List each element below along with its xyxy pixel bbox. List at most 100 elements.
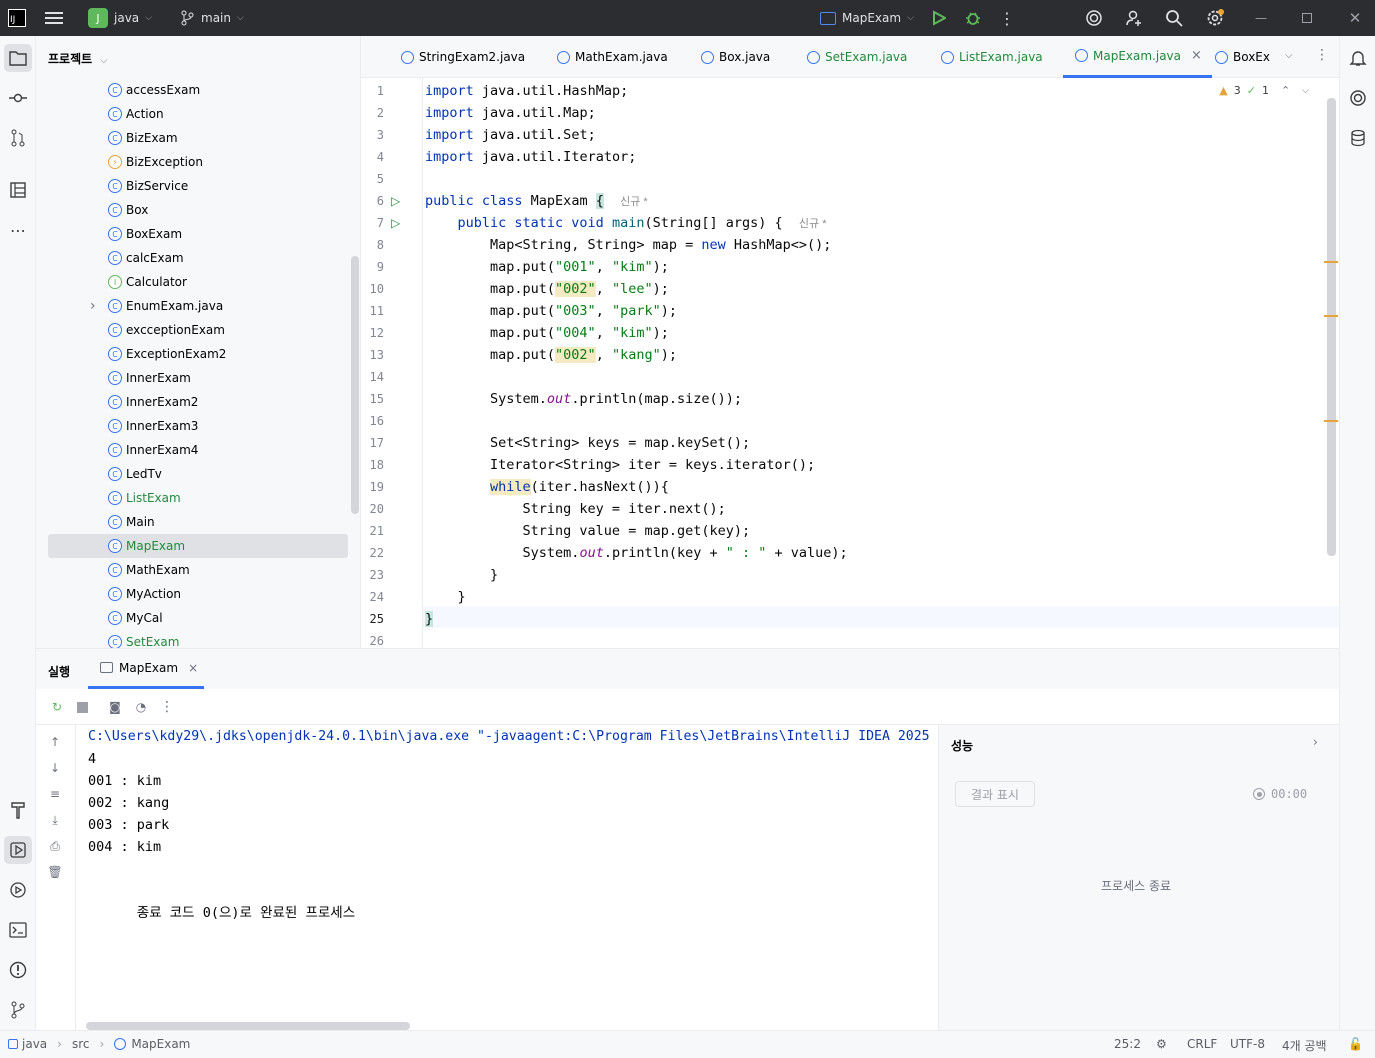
run-icon[interactable] — [930, 6, 948, 30]
read-write-icon[interactable]: 🔓 — [1348, 1037, 1363, 1051]
services-icon[interactable] — [4, 876, 32, 904]
editor-tab[interactable]: SetExam.java — [807, 36, 907, 78]
tree-item[interactable]: C ListExam — [48, 486, 348, 510]
indent-setting[interactable]: 4개 공백 — [1282, 1037, 1327, 1054]
close-tab-icon[interactable]: × — [188, 661, 198, 675]
breadcrumb-mapexam[interactable]: MapExam — [131, 1037, 190, 1051]
breadcrumb-java[interactable]: java — [22, 1037, 47, 1051]
file-encoding[interactable]: UTF-8 — [1230, 1037, 1265, 1051]
line-separator[interactable]: CRLF — [1187, 1037, 1217, 1051]
tree-item[interactable]: C InnerExam3 — [48, 414, 348, 438]
debug-icon[interactable] — [964, 6, 982, 30]
chevron-up-icon[interactable]: ⌃ — [1281, 84, 1290, 97]
tree-item[interactable]: C ExceptionExam2 — [48, 342, 348, 366]
editor-tab[interactable]: MathExam.java — [557, 36, 668, 78]
git-icon[interactable] — [4, 996, 32, 1024]
tree-item[interactable]: C Action — [48, 102, 348, 126]
warning-marker[interactable] — [1324, 420, 1338, 422]
search-icon[interactable] — [1164, 6, 1184, 30]
breadcrumb-src[interactable]: src — [72, 1037, 90, 1051]
trash-icon[interactable]: 🗑 — [46, 863, 64, 881]
rerun-icon[interactable]: ↻ — [48, 698, 66, 716]
tree-item[interactable]: C MyCal — [48, 606, 348, 630]
soft-wrap-icon[interactable]: ≡ — [46, 785, 64, 803]
tree-item[interactable]: › C EnumExam.java — [48, 294, 348, 318]
editor-tab[interactable]: Box.java — [701, 36, 770, 78]
maximize-icon[interactable] — [1300, 6, 1314, 30]
tree-item[interactable]: C Box — [48, 198, 348, 222]
close-icon[interactable]: ✕ — [1348, 6, 1362, 30]
project-tool-icon[interactable] — [4, 44, 32, 72]
more-icon[interactable]: ⋮ — [999, 6, 1015, 30]
profiler-icon[interactable]: ◔ — [132, 698, 150, 716]
run-gutter-icon[interactable]: ▷ — [391, 190, 400, 212]
minimize-icon[interactable]: — — [1254, 6, 1268, 30]
chevron-right-icon[interactable]: › — [90, 298, 96, 314]
tree-item[interactable]: C InnerExam — [48, 366, 348, 390]
ai-chat-icon[interactable] — [1344, 84, 1372, 112]
menu-icon[interactable] — [44, 6, 64, 30]
settings-icon[interactable] — [1204, 6, 1226, 30]
project-scrollbar[interactable] — [351, 256, 359, 514]
run-tab-mapexam[interactable]: MapExam × — [88, 649, 204, 689]
tabs-overflow-icon[interactable]: ⌵ — [1285, 50, 1293, 61]
editor-tab[interactable]: BoxEx — [1215, 36, 1270, 78]
editor-tab[interactable]: ListExam.java — [941, 36, 1043, 78]
tree-item[interactable]: I Calculator — [48, 270, 348, 294]
more-tools-icon[interactable]: ⋯ — [4, 216, 32, 244]
build-icon[interactable] — [4, 796, 32, 824]
add-user-icon[interactable] — [1124, 6, 1144, 30]
tree-item[interactable]: C LedTv — [48, 462, 348, 486]
chevron-down-icon[interactable]: ⌵ — [1302, 86, 1309, 96]
console-hscrollbar[interactable] — [86, 1022, 410, 1030]
tree-item[interactable]: C MapExam — [48, 534, 348, 558]
tree-item[interactable]: CcalcExam — [48, 246, 348, 270]
editor-scrollbar[interactable] — [1327, 98, 1336, 556]
tree-item[interactable]: C BizService — [48, 174, 348, 198]
tree-item-label: BoxExam — [126, 227, 183, 241]
tree-item[interactable]: CaccessExam — [48, 78, 348, 102]
structure-icon[interactable] — [4, 176, 32, 204]
pull-request-icon[interactable] — [4, 124, 32, 152]
tree-item[interactable]: C InnerExam4 — [48, 438, 348, 462]
terminal-icon[interactable] — [4, 916, 32, 944]
tree-item[interactable]: C MathExam — [48, 558, 348, 582]
branch-switcher[interactable]: main ⌵ — [180, 6, 244, 30]
tree-item[interactable]: C MyAction — [48, 582, 348, 606]
arrow-down-icon[interactable]: ↓ — [46, 759, 64, 777]
tree-item[interactable]: CexcceptionExam — [48, 318, 348, 342]
project-panel-header[interactable]: 프로젝트 ⌵ — [48, 50, 107, 67]
commit-icon[interactable] — [4, 84, 32, 112]
run-config-selector[interactable]: MapExam ⌵ — [820, 6, 914, 30]
editor-tab[interactable]: StringExam2.java — [401, 36, 525, 78]
project-switcher[interactable]: J java ⌵ — [88, 6, 152, 30]
notifications-icon[interactable] — [1344, 44, 1372, 72]
tabs-more-icon[interactable]: ⋮ — [1315, 47, 1329, 63]
database-icon[interactable] — [1344, 124, 1372, 152]
problems-icon[interactable] — [4, 956, 32, 984]
inspection-profile-icon[interactable]: ⚙ — [1156, 1037, 1167, 1051]
camera-icon[interactable]: ◙ — [106, 698, 124, 716]
print-icon[interactable]: ⎙ — [46, 837, 64, 855]
show-results-button[interactable]: 결과 표시 — [955, 781, 1035, 807]
warning-marker[interactable] — [1324, 315, 1338, 317]
more-icon[interactable]: ⋮ — [158, 698, 176, 716]
run-tool-icon[interactable] — [4, 836, 32, 864]
tree-item[interactable]: C BoxExam — [48, 222, 348, 246]
tree-item[interactable]: C InnerExam2 — [48, 390, 348, 414]
warning-marker[interactable] — [1324, 261, 1338, 263]
scroll-to-end-icon[interactable]: ⤓ — [46, 811, 64, 829]
ai-assistant-icon[interactable] — [1084, 6, 1104, 30]
editor-tab[interactable]: MapExam.java × — [1063, 36, 1212, 78]
close-tab-icon[interactable]: × — [1191, 48, 1202, 63]
tree-item[interactable]: C BizExam — [48, 126, 348, 150]
tree-item[interactable]: ⚡ BizException — [48, 150, 348, 174]
stop-icon[interactable] — [77, 702, 88, 713]
tree-item[interactable]: C Main — [48, 510, 348, 534]
caret-position[interactable]: 25:2 — [1114, 1037, 1141, 1051]
run-gutter-icon[interactable]: ▷ — [391, 212, 400, 234]
inspection-widget[interactable]: ▲ 3 ✓ 1 ⌃ ⌵ — [1219, 84, 1309, 97]
arrow-up-icon[interactable]: ↑ — [46, 733, 64, 751]
console-output[interactable]: C:\Users\kdy29\.jdks\openjdk-24.0.1\bin\… — [75, 725, 938, 1031]
chevron-right-icon[interactable]: › — [1313, 735, 1318, 749]
